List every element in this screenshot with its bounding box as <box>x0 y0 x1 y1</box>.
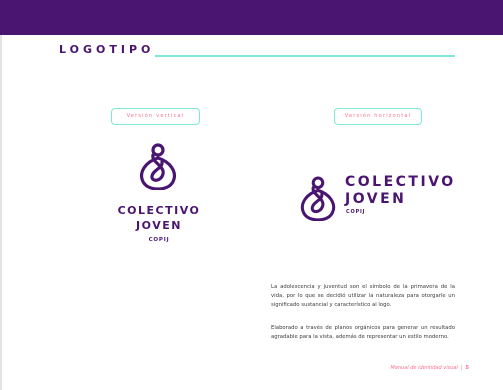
title-underline <box>155 55 455 57</box>
logo-horizontal-drop-figure-icon <box>298 175 338 221</box>
header-band <box>0 0 503 35</box>
footer: Manual de identidad visual | 5 <box>390 365 469 371</box>
badge-horizontal-version: Versión horizontal <box>334 108 422 125</box>
page-number: 5 <box>465 365 469 371</box>
footer-separator: | <box>460 365 463 371</box>
logo-horizontal-name-line1: COLECTIVO <box>345 174 456 190</box>
footer-manual-title: Manual de identidad visual <box>390 365 458 371</box>
logo-vertical-acronym: COPIJ <box>148 237 170 243</box>
logo-vertical-drop-figure-icon <box>137 142 179 190</box>
badge-vertical-version: Versión vertical <box>111 108 200 125</box>
logo-vertical-name-line1: COLECTIVO <box>117 204 201 217</box>
left-edge-rule <box>0 0 2 390</box>
logo-horizontal-acronym: COPIJ <box>346 209 366 215</box>
section-title: LOGOTIPO <box>59 43 155 56</box>
logo-horizontal-name-line2: JOVEN <box>345 191 407 207</box>
logo-vertical-name-line2: JOVEN <box>136 219 182 232</box>
body-paragraph-1: La adolescencia y juventud son el símbol… <box>271 284 455 308</box>
body-paragraph-2: Elaborado a través de planos orgánicos p… <box>271 325 455 340</box>
